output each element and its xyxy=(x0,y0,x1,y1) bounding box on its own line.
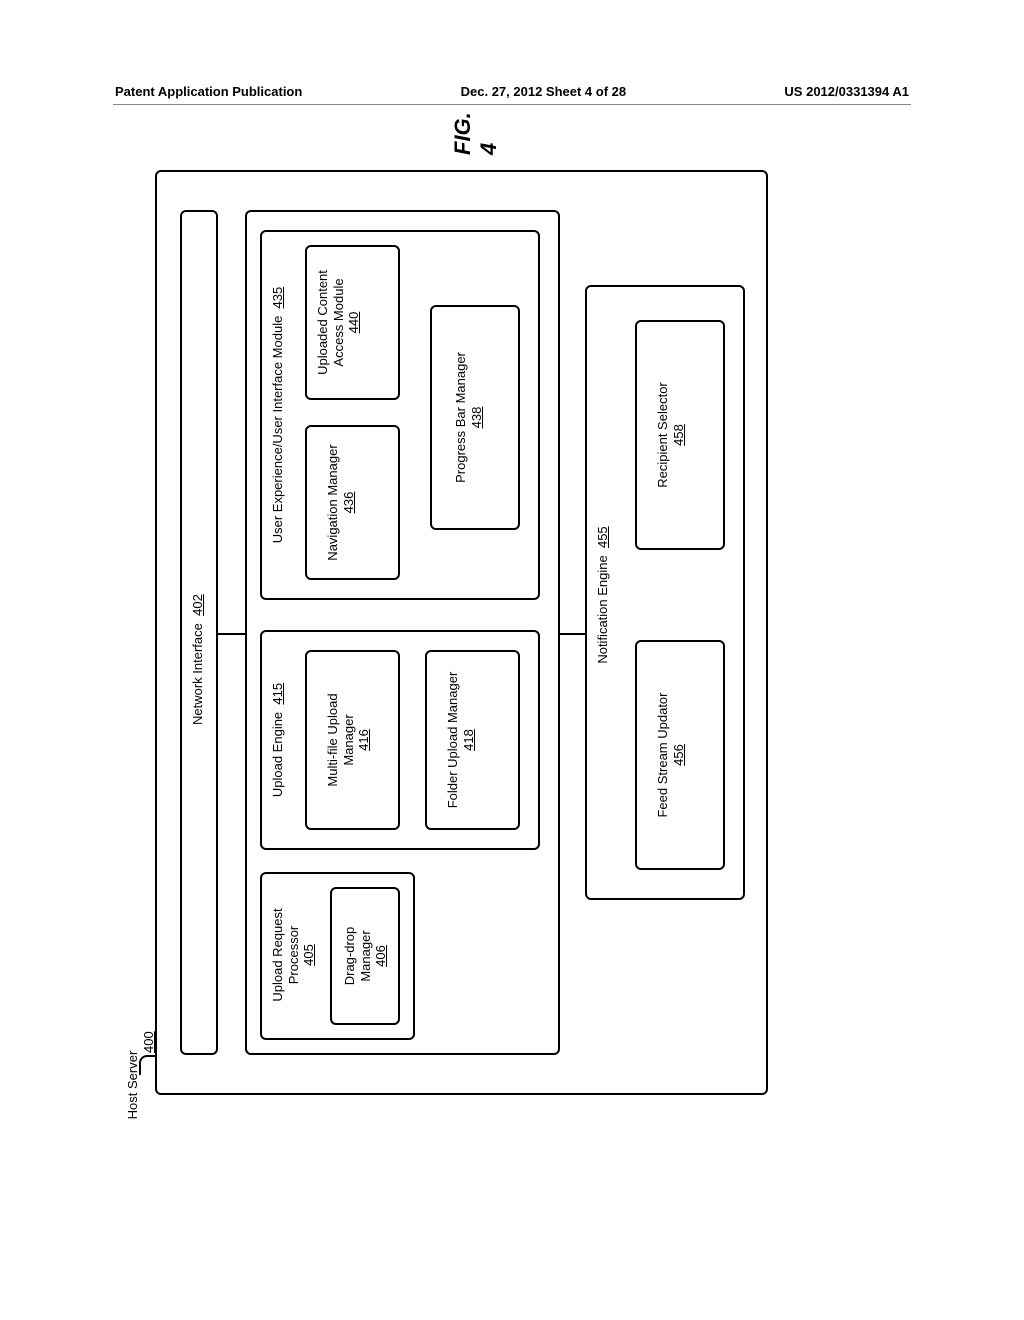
progress-bar-manager-label: Progress Bar Manager 438 xyxy=(453,335,484,500)
ux-module-label: User Experience/User Interface Module 43… xyxy=(270,265,286,565)
header-divider xyxy=(113,104,911,105)
upload-request-processor-label: Upload Request Processor 405 xyxy=(270,895,317,1015)
header-center: Dec. 27, 2012 Sheet 4 of 28 xyxy=(461,84,626,114)
connector-line-2 xyxy=(560,633,585,635)
multi-file-upload-manager-label: Multi-file Upload Manager 416 xyxy=(325,670,372,810)
header-right: US 2012/0331394 A1 xyxy=(784,84,909,114)
uploaded-content-access-label: Uploaded Content Access Module 440 xyxy=(315,260,362,385)
recipient-selector-label: Recipient Selector 458 xyxy=(655,355,686,515)
header-left: Patent Application Publication xyxy=(115,84,302,114)
host-server-text: Host Server xyxy=(125,1051,140,1120)
diagram: Host Server 400 Network Interface 402 Up… xyxy=(155,482,1024,1095)
connector-line-1 xyxy=(218,633,245,635)
page-header: Patent Application Publication Dec. 27, … xyxy=(0,84,1024,114)
navigation-manager-label: Navigation Manager 436 xyxy=(325,440,356,565)
network-interface-label: Network Interface 402 xyxy=(190,594,206,725)
notification-engine-label: Notification Engine 455 xyxy=(595,505,611,685)
folder-upload-manager-label: Folder Upload Manager 418 xyxy=(445,670,476,810)
host-server-label: Host Server xyxy=(125,1045,140,1125)
feed-stream-updator-label: Feed Stream Updator 456 xyxy=(655,675,686,835)
upload-engine-label: Upload Engine 415 xyxy=(270,665,286,815)
figure-label: FIG. 4 xyxy=(450,112,502,155)
drag-drop-manager-label: Drag-drop Manager 406 xyxy=(342,902,389,1010)
